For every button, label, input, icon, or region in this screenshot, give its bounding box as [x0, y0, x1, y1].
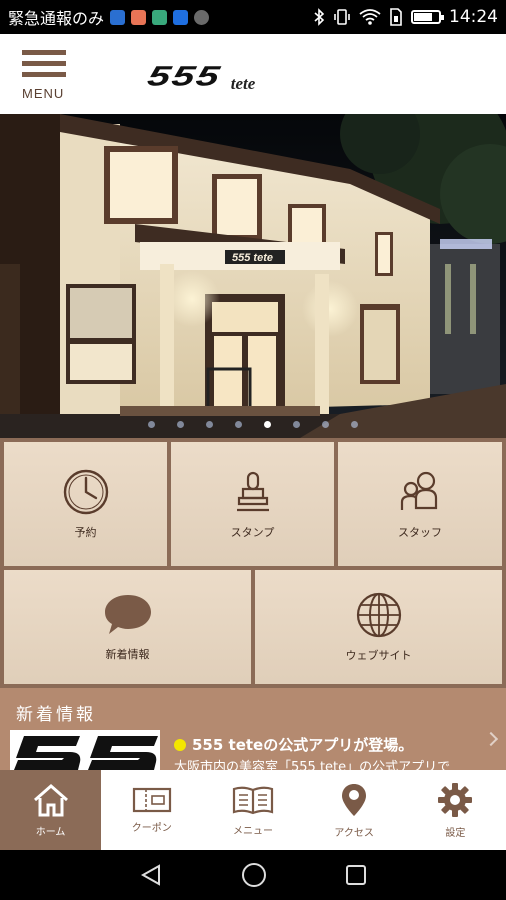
- gallery-app-icon: [152, 9, 168, 25]
- salon-building-image: 555 tete: [0, 114, 506, 438]
- dropbox-app-icon: [173, 9, 189, 25]
- tab-settings-label: 設定: [445, 827, 466, 839]
- website-label: ウェブサイト: [345, 649, 412, 662]
- slider-dot[interactable]: [293, 421, 300, 428]
- news-tile[interactable]: 新着情報: [4, 570, 251, 684]
- slider-dot[interactable]: [264, 421, 271, 428]
- tab-coupon-label: クーポン: [131, 822, 172, 834]
- reservation-label: 予約: [74, 526, 97, 539]
- coupon-icon: [132, 787, 171, 812]
- slider-dot[interactable]: [177, 421, 184, 428]
- stamp-icon: [236, 471, 269, 512]
- status-time: 14:24: [449, 7, 498, 27]
- menu-label: MENU: [22, 86, 65, 101]
- news-label: 新着情報: [105, 648, 150, 661]
- gear-icon: [438, 782, 473, 817]
- building-sign-text: 555 tete: [232, 252, 273, 264]
- logo-main-text: 555: [144, 60, 225, 92]
- speech-bubble-icon: [104, 595, 151, 634]
- status-bar: 緊急通報のみ 14:24: [0, 0, 506, 34]
- globe-icon: [356, 592, 401, 638]
- app-logo: 555 tete: [144, 54, 256, 99]
- feature-grid: 予約 スタンプ スタッフ 新着情報 ウェブサイト: [0, 438, 506, 688]
- system-nav-bar: [0, 850, 506, 900]
- clock-icon: [63, 469, 108, 515]
- tab-menu[interactable]: メニュー: [202, 770, 303, 850]
- staff-icon: [400, 471, 438, 510]
- chevron-right-icon[interactable]: [483, 731, 499, 747]
- logo-sub-text: tete: [230, 74, 256, 93]
- map-pin-icon: [342, 783, 367, 816]
- reservation-tile[interactable]: 予約: [4, 442, 167, 566]
- slider-dots: [0, 421, 506, 428]
- drive-app-icon: [194, 9, 210, 25]
- photo-app-icon: [131, 9, 147, 25]
- news-section-title: 新着情報: [16, 705, 96, 725]
- vibrate-icon: [334, 9, 350, 25]
- recent-apps-icon[interactable]: [345, 864, 367, 886]
- new-indicator-dot: [174, 738, 186, 751]
- staff-label: スタッフ: [398, 526, 442, 539]
- bottom-tab-bar: ホーム クーポン メニュー アクセス 設定: [0, 770, 506, 850]
- slider-dot[interactable]: [351, 421, 358, 428]
- back-icon[interactable]: [139, 863, 163, 887]
- slider-dot[interactable]: [206, 421, 213, 428]
- slider-dot[interactable]: [235, 421, 242, 428]
- sim-icon: [390, 8, 402, 26]
- slider-dot[interactable]: [148, 421, 155, 428]
- wifi-icon: [359, 9, 381, 25]
- tab-settings[interactable]: 設定: [405, 770, 506, 850]
- tab-access[interactable]: アクセス: [304, 770, 405, 850]
- news-section: 新着情報 555 teteの公式アプリが登場。 大阪市内の美容室「555 tet…: [0, 688, 506, 770]
- menu-book-icon: [232, 786, 274, 814]
- tab-access-label: アクセス: [334, 827, 374, 839]
- news-item-title: 555 teteの公式アプリが登場。: [192, 736, 414, 754]
- slider-dot[interactable]: [322, 421, 329, 428]
- hamburger-icon: [22, 50, 66, 55]
- tab-coupon[interactable]: クーポン: [101, 770, 202, 850]
- menu-button[interactable]: MENU: [22, 50, 70, 101]
- hero-slider[interactable]: 555 tete: [0, 114, 506, 438]
- news-thumbnail[interactable]: [10, 730, 160, 770]
- stamp-label: スタンプ: [230, 526, 275, 539]
- stamp-tile[interactable]: スタンプ: [171, 442, 334, 566]
- tab-menu-label: メニュー: [232, 825, 273, 837]
- status-carrier-text: 緊急通報のみ: [8, 9, 105, 28]
- tab-home[interactable]: ホーム: [0, 770, 102, 850]
- website-tile[interactable]: ウェブサイト: [255, 570, 502, 684]
- home-circle-icon[interactable]: [241, 862, 267, 888]
- home-icon: [33, 783, 68, 816]
- bluetooth-icon: [314, 8, 325, 26]
- news-item-text: 大阪市内の美容室「555 tete」の公式アプリで: [174, 760, 451, 770]
- news-item[interactable]: 555 teteの公式アプリが登場。: [174, 734, 413, 755]
- staff-tile[interactable]: スタッフ: [338, 442, 502, 566]
- battery-icon: [411, 10, 444, 24]
- tab-home-label: ホーム: [35, 826, 66, 838]
- news-thumbnail-logo: [10, 730, 160, 770]
- message-app-icon: [110, 9, 126, 25]
- app-header: MENU 555 tete: [0, 34, 506, 114]
